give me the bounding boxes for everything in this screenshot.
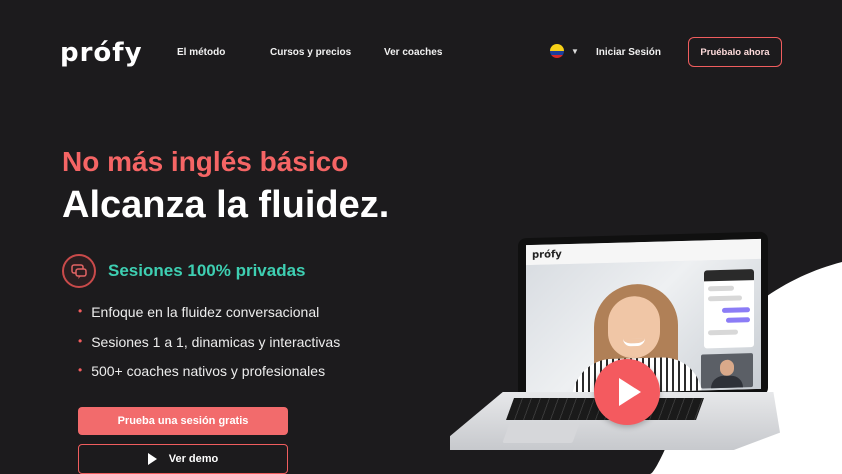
landing-page: prófy El método Cursos y precios Ver coa… [0, 0, 842, 474]
try-now-button[interactable]: Pruébalo ahora [688, 37, 782, 67]
student-body [711, 375, 743, 389]
play-icon [147, 453, 157, 465]
free-trial-button[interactable]: Prueba una sesión gratis [78, 407, 288, 435]
benefits-list: • Enfoque en la fluidez conversacional • S… [78, 304, 340, 393]
hero-subtitle: No más inglés básico [62, 146, 349, 177]
list-item: • 500+ coaches nativos y profesionales [78, 363, 326, 379]
student-video-thumbnail [701, 353, 753, 389]
feature-private-sessions: Sesiones 100% privadas [108, 261, 306, 280]
laptop-mockup: prófy [440, 230, 800, 474]
chat-bubble-icon [62, 254, 96, 288]
bullet-dot-icon: • [78, 333, 83, 348]
chat-panel [704, 269, 754, 349]
bullet-dot-icon: • [78, 363, 83, 377]
nav-link-ver-coaches[interactable]: Ver coaches [384, 47, 442, 58]
list-item: • Sesiones 1 a 1, dinamicas y interactiva… [78, 333, 341, 350]
login-link[interactable]: Iniciar Sesión [596, 47, 661, 58]
chat-panel-header [704, 269, 754, 282]
chat-bubble [726, 317, 750, 323]
chat-bubble [708, 295, 742, 302]
chat-bubble [722, 307, 750, 313]
colombia-flag-icon[interactable] [550, 44, 564, 58]
watch-demo-label: Ver demo [168, 453, 219, 465]
student-head [720, 359, 734, 376]
play-video-button[interactable] [594, 359, 660, 425]
chevron-down-icon[interactable]: ▼ [571, 47, 579, 56]
nav-link-el-metodo[interactable]: El método [177, 47, 225, 58]
laptop-trackpad [502, 423, 580, 443]
chat-bubble [708, 285, 734, 292]
screen-logo: prófy [532, 248, 562, 261]
hero-title: Alcanza la fluidez. [62, 184, 390, 226]
profy-logo[interactable]: prófy [60, 38, 143, 68]
play-icon [619, 378, 641, 406]
chat-bubble [708, 329, 738, 336]
list-item: • Enfoque en la fluidez conversacional [78, 304, 320, 320]
bullet-dot-icon: • [78, 304, 83, 318]
coach-face [608, 295, 660, 359]
watch-demo-button[interactable]: Ver demo [78, 444, 288, 474]
nav-link-cursos-precios[interactable]: Cursos y precios [270, 47, 351, 58]
